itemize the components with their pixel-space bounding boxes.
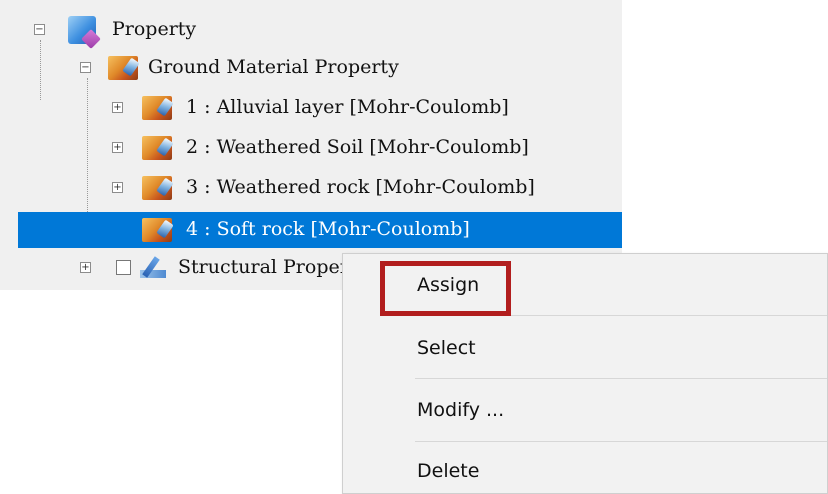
visibility-checkbox[interactable] — [116, 260, 131, 275]
tree-node-material-3[interactable]: + 3 : Weathered rock [Mohr-Coulomb] — [110, 170, 610, 206]
tree-node-material-1[interactable]: + 1 : Alluvial layer [Mohr-Coulomb] — [110, 90, 610, 126]
menu-item-select[interactable]: Select — [343, 329, 828, 369]
material-icon — [142, 136, 172, 160]
tree-node-property[interactable]: − Property — [28, 12, 328, 48]
tree-node-label: 3 : Weathered rock [Mohr-Coulomb] — [186, 176, 535, 198]
expand-toggle-icon[interactable]: + — [112, 102, 123, 113]
material-icon — [142, 96, 172, 120]
tree-node-structural-property[interactable]: + Structural Proper — [74, 250, 354, 286]
ground-material-icon — [108, 56, 138, 80]
expand-toggle-icon[interactable]: + — [112, 142, 123, 153]
tree-node-label: 4 : Soft rock [Mohr-Coulomb] — [186, 218, 470, 240]
tree-guide-line — [40, 40, 41, 100]
tree-node-material-2[interactable]: + 2 : Weathered Soil [Mohr-Coulomb] — [110, 130, 610, 166]
menu-item-label: Modify ... — [417, 399, 505, 421]
menu-separator — [415, 378, 827, 379]
menu-item-label: Select — [417, 337, 476, 359]
material-icon — [142, 218, 172, 242]
tree-node-label: Property — [112, 18, 197, 40]
structural-property-icon — [140, 256, 166, 280]
property-icon — [68, 16, 96, 44]
collapse-toggle-icon[interactable]: − — [34, 24, 45, 35]
collapse-toggle-icon[interactable]: − — [80, 62, 91, 73]
tree-node-label: 1 : Alluvial layer [Mohr-Coulomb] — [186, 96, 509, 118]
menu-item-delete[interactable]: Delete — [343, 452, 828, 492]
expand-toggle-icon[interactable]: + — [80, 262, 91, 273]
expand-toggle-icon[interactable]: + — [112, 182, 123, 193]
tree-node-label: Structural Proper — [178, 256, 349, 278]
tree-node-label: 2 : Weathered Soil [Mohr-Coulomb] — [186, 136, 529, 158]
material-icon — [142, 176, 172, 200]
menu-item-modify[interactable]: Modify ... — [343, 391, 828, 431]
tree-node-material-4-selected[interactable]: 4 : Soft rock [Mohr-Coulomb] — [18, 212, 622, 248]
menu-item-label: Delete — [417, 460, 480, 482]
tree-node-label: Ground Material Property — [148, 56, 399, 78]
assign-highlight-box — [380, 261, 511, 316]
menu-separator — [415, 441, 827, 442]
tree-node-ground-material-property[interactable]: − Ground Material Property — [74, 50, 494, 86]
